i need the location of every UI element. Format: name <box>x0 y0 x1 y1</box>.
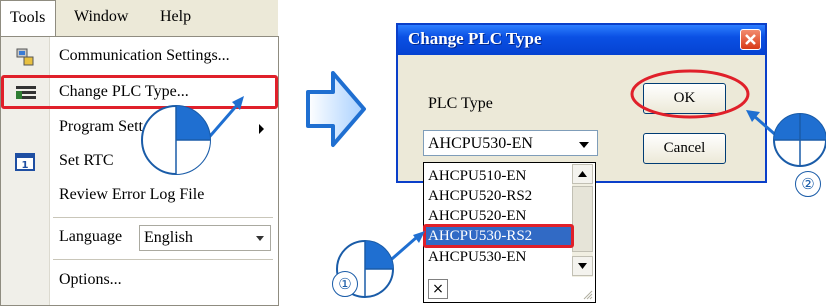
menu-window[interactable]: Window <box>74 8 128 26</box>
menu-tools[interactable]: Tools <box>0 0 56 37</box>
highlight-ellipse <box>630 69 750 119</box>
menu-bar: Tools Window Help <box>0 0 278 37</box>
menu-item-language: Language English <box>1 221 278 255</box>
arrow-up-icon <box>578 171 587 177</box>
menu-separator <box>53 259 273 260</box>
arrow-down-icon <box>578 263 587 269</box>
scroll-thumb[interactable] <box>572 186 593 252</box>
scroll-down-button[interactable] <box>572 256 593 276</box>
menu-item-label: Program Sett <box>59 118 143 135</box>
menu-tools-label: Tools <box>10 9 46 26</box>
plc-type-select[interactable]: AHCPU530-EN <box>423 130 598 156</box>
cancel-button[interactable]: Cancel <box>643 133 726 164</box>
next-step-arrow-icon <box>306 71 366 147</box>
dialog-titlebar: Change PLC Type <box>398 25 765 55</box>
scroll-up-button[interactable] <box>572 164 593 184</box>
plc-type-icon <box>15 83 36 103</box>
plc-type-label: PLC Type <box>428 95 493 112</box>
menu-item-label: Set RTC <box>59 152 114 169</box>
language-select[interactable]: English <box>139 225 271 251</box>
chevron-down-icon[interactable] <box>256 236 264 241</box>
menu-separator <box>53 217 273 218</box>
menu-help[interactable]: Help <box>160 8 191 26</box>
plc-type-select-value: AHCPU530-EN <box>428 135 533 152</box>
step-two-badge: ② <box>795 171 821 197</box>
calendar-icon: 1 <box>15 152 35 172</box>
chevron-down-icon[interactable] <box>579 142 589 148</box>
menu-item-label: Options... <box>59 271 122 288</box>
option-ahcpu530-en[interactable]: AHCPU530-EN <box>428 248 526 266</box>
menu-item-label: Review Error Log File <box>59 186 205 203</box>
dialog-title: Change PLC Type <box>408 29 542 48</box>
menu-item-label: Communication Settings... <box>59 47 230 64</box>
option-ahcpu520-en[interactable]: AHCPU520-EN <box>428 207 526 225</box>
menu-item-options[interactable]: Options... <box>1 264 278 298</box>
option-ahcpu510-en[interactable]: AHCPU510-EN <box>428 167 526 185</box>
close-button[interactable] <box>740 29 761 50</box>
language-select-value: English <box>144 229 193 246</box>
step-one-badge: ① <box>332 271 358 297</box>
clear-button[interactable]: × <box>428 279 448 299</box>
option-ahcpu520-rs2[interactable]: AHCPU520-RS2 <box>428 187 532 205</box>
option-highlight-frame <box>423 224 574 248</box>
menu-item-label: Language <box>59 228 123 245</box>
close-icon <box>745 34 756 45</box>
pointer-cursor-icon <box>141 96 244 175</box>
svg-text:1: 1 <box>22 160 29 171</box>
options-scrollbar[interactable] <box>572 164 593 277</box>
menu-item-communication-settings[interactable]: Communication Settings... <box>1 40 278 74</box>
resize-grip-icon[interactable] <box>583 290 593 300</box>
communication-icon <box>15 47 35 67</box>
